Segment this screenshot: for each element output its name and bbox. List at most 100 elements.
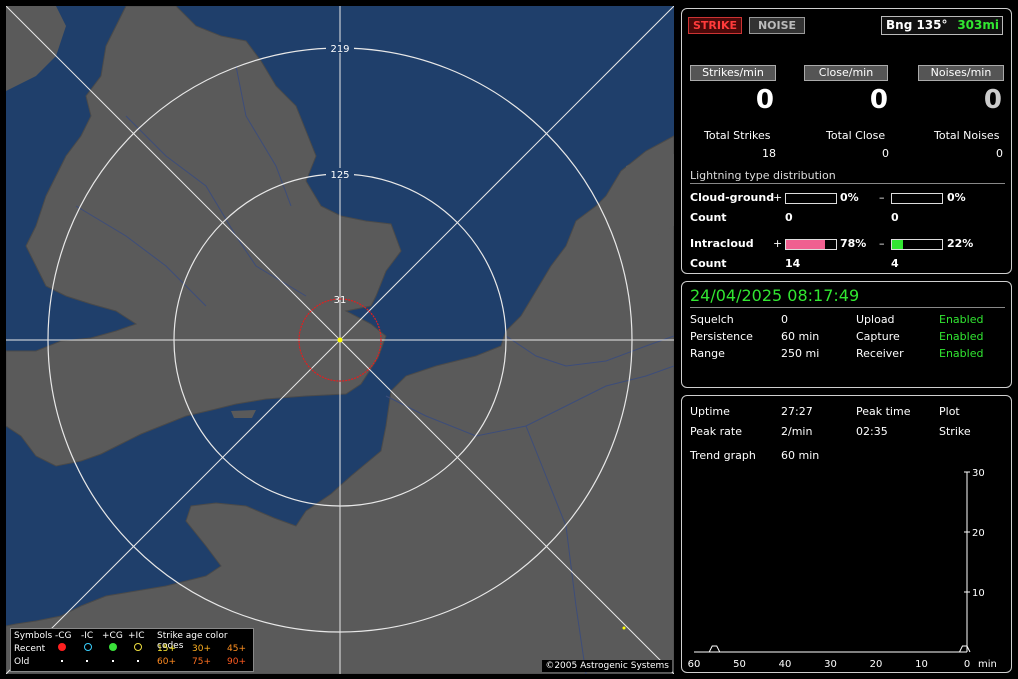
chart-x-unit: min [978, 659, 997, 670]
ic-minus-fill [892, 240, 903, 249]
close-per-min-value: 0 [869, 85, 888, 115]
total-strikes-label: Total Strikes [704, 129, 771, 142]
cg-minus-count: 0 [891, 211, 899, 224]
noises-per-min-button[interactable]: Noises/min [918, 65, 1004, 81]
old-dot-icon [137, 660, 139, 662]
peak-rate-label: Peak rate [690, 425, 742, 438]
map-legend: Symbols -CG -IC +CG +IC Strike age color… [10, 628, 254, 672]
legend-row-recent: Recent [14, 644, 46, 654]
persistence-label: Persistence [690, 330, 753, 343]
cg-plus-pct: 0% [840, 191, 859, 204]
total-noises-value: 0 [996, 147, 1003, 160]
legend-type-pos-cg: +CG [102, 631, 123, 641]
neg-cg-symbol-icon [58, 643, 66, 651]
chart-x-tick-label: 60 [688, 659, 701, 670]
capture-label: Capture [856, 330, 900, 343]
persistence-value: 60 min [781, 330, 820, 343]
uptime-value: 27:27 [781, 405, 813, 418]
noises-per-min-value: 0 [983, 85, 1002, 115]
squelch-label: Squelch [690, 313, 734, 326]
capture-status: Enabled [939, 330, 984, 343]
neg-ic-symbol-icon [84, 643, 92, 651]
legend-old-age-2: 75+ [192, 657, 211, 667]
legend-recent-age-1: 15+ [157, 644, 176, 654]
copyright: ©2005 Astrogenic Systems [542, 660, 672, 672]
ic-plus-sign: + [773, 237, 783, 250]
ic-count-label: Count [690, 257, 727, 270]
strikes-per-min-button[interactable]: Strikes/min [690, 65, 776, 81]
total-close-value: 0 [882, 147, 889, 160]
legend-old-age-3: 90+ [227, 657, 246, 667]
chart-x-tick-label: 10 [915, 659, 928, 670]
upload-status: Enabled [939, 313, 984, 326]
plot-label: Plot [939, 405, 960, 418]
legend-type-neg-ic: -IC [81, 631, 94, 641]
cloud-ground-label: Cloud-ground [690, 191, 775, 204]
station-marker [337, 337, 343, 343]
legend-row-old: Old [14, 657, 30, 667]
ic-minus-sign: – [879, 237, 885, 250]
legend-recent-age-2: 30+ [192, 644, 211, 654]
chart-y-tick-label: 10 [972, 588, 985, 599]
bearing-label: Bng 135° [886, 18, 948, 32]
chart-x-tick-label: 40 [779, 659, 792, 670]
close-per-min-button[interactable]: Close/min [804, 65, 888, 81]
land-isle [231, 410, 256, 418]
chart-x-tick-label: 50 [733, 659, 746, 670]
squelch-value: 0 [781, 313, 788, 326]
legend-type-pos-ic: +IC [128, 631, 145, 641]
strike-marker [622, 626, 626, 630]
plot-value[interactable]: Strike [939, 425, 971, 438]
strike-map[interactable]: 219 125 31 Symbols -CG -IC +CG +IC Strik… [6, 6, 674, 674]
ring-label-middle: 125 [330, 170, 349, 181]
peak-time-label: Peak time [856, 405, 911, 418]
bearing-distance: 303mi [957, 18, 999, 32]
legend-recent-age-3: 45+ [227, 644, 246, 654]
cg-minus-pct: 0% [947, 191, 966, 204]
trend-chart: 30 20 10 60 50 40 30 20 10 0 min [688, 468, 997, 670]
total-strikes-value: 18 [762, 147, 776, 160]
distribution-divider [690, 183, 1005, 184]
noise-button[interactable]: NOISE [749, 17, 805, 34]
upload-label: Upload [856, 313, 895, 326]
cg-count-label: Count [690, 211, 727, 224]
receiver-status: Enabled [939, 347, 984, 360]
legend-type-neg-cg: -CG [55, 631, 72, 641]
ring-label-outer: 219 [330, 44, 349, 55]
strike-button[interactable]: STRIKE [688, 17, 742, 34]
status-panel: 24/04/2025 08:17:49 Squelch 0 Upload Ena… [681, 281, 1012, 388]
ic-plus-fill [786, 240, 825, 249]
cg-minus-bar [891, 193, 943, 204]
cg-plus-bar [785, 193, 837, 204]
trend-panel: Uptime 27:27 Peak time Plot Peak rate 2/… [681, 395, 1012, 673]
ic-minus-count: 4 [891, 257, 899, 270]
map-canvas: 219 125 31 [6, 6, 674, 674]
chart-series-line [959, 645, 971, 653]
ic-plus-bar [785, 239, 837, 250]
ic-plus-count: 14 [785, 257, 801, 270]
intracloud-label: Intracloud [690, 237, 754, 250]
datetime: 24/04/2025 08:17:49 [690, 286, 860, 305]
ic-minus-pct: 22% [947, 237, 974, 250]
strikes-per-min-value: 0 [755, 85, 774, 115]
old-dot-icon [112, 660, 114, 662]
total-close-label: Total Close [826, 129, 886, 142]
range-label: Range [690, 347, 725, 360]
uptime-label: Uptime [690, 405, 730, 418]
chart-y-tick-label: 20 [972, 528, 985, 539]
old-dot-icon [86, 660, 88, 662]
pos-ic-symbol-icon [134, 643, 142, 651]
ic-plus-pct: 78% [840, 237, 867, 250]
distribution-title: Lightning type distribution [690, 169, 836, 182]
cg-plus-count: 0 [785, 211, 793, 224]
bearing-readout: Bng 135° 303mi [881, 16, 1003, 35]
receiver-label: Receiver [856, 347, 904, 360]
status-divider [690, 307, 1005, 308]
range-value: 250 mi [781, 347, 820, 360]
chart-y-tick-label: 30 [972, 468, 985, 479]
legend-symbols-label: Symbols [14, 631, 53, 641]
chart-x-tick-label: 30 [824, 659, 837, 670]
chart-x-tick-label: 20 [870, 659, 883, 670]
pos-cg-symbol-icon [109, 643, 117, 651]
ic-minus-bar [891, 239, 943, 250]
